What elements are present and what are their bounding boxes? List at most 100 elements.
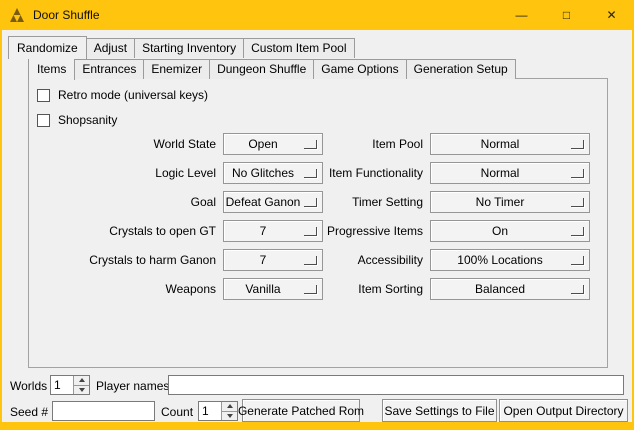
title-bar: Door Shuffle — □ ✕ — [0, 0, 634, 30]
dropdown-item-pool[interactable]: Normal — [430, 133, 590, 155]
window-title: Door Shuffle — [33, 8, 100, 22]
dropdown-item-functionality[interactable]: Normal — [430, 162, 590, 184]
option-row: Crystals to harm Ganon 7 Accessibility 1… — [29, 249, 607, 271]
tab-items[interactable]: Items — [28, 57, 75, 80]
spinner-arrows — [73, 376, 89, 394]
menu-indicator-icon — [304, 285, 317, 294]
menu-indicator-icon — [304, 227, 317, 236]
menu-indicator-icon — [571, 285, 584, 294]
spin-down-icon[interactable] — [221, 411, 237, 421]
retro-mode-label: Retro mode (universal keys) — [58, 88, 208, 102]
seed-input[interactable] — [53, 402, 154, 420]
tab-generation-setup[interactable]: Generation Setup — [406, 59, 516, 79]
dropdown-value: Normal — [481, 166, 520, 180]
tab-enemizer[interactable]: Enemizer — [143, 59, 210, 79]
tab-dungeon-shuffle[interactable]: Dungeon Shuffle — [209, 59, 314, 79]
outer-tab-bar: Randomize Adjust Starting Inventory Cust… — [8, 36, 354, 58]
seed-field[interactable] — [52, 401, 155, 421]
menu-indicator-icon — [304, 198, 317, 207]
maximize-icon[interactable]: □ — [544, 0, 589, 30]
dropdown-weapons[interactable]: Vanilla — [223, 278, 323, 300]
item-pool-label: Item Pool — [323, 137, 430, 151]
menu-indicator-icon — [571, 198, 584, 207]
option-grid: World State Open Item Pool Normal Logic … — [29, 133, 607, 307]
weapons-label: Weapons — [29, 282, 223, 296]
minimize-icon[interactable]: — — [499, 0, 544, 30]
tab-custom-item-pool[interactable]: Custom Item Pool — [243, 38, 354, 58]
option-row: Weapons Vanilla Item Sorting Balanced — [29, 278, 607, 300]
tab-game-options[interactable]: Game Options — [313, 59, 406, 79]
dropdown-goal[interactable]: Defeat Ganon — [223, 191, 323, 213]
items-pane: Retro mode (universal keys) Shopsanity W… — [28, 78, 608, 368]
option-row: Logic Level No Glitches Item Functionali… — [29, 162, 607, 184]
dropdown-value: 7 — [260, 253, 267, 267]
menu-indicator-icon — [304, 140, 317, 149]
dropdown-value: Normal — [481, 137, 520, 151]
shopsanity-label: Shopsanity — [58, 113, 117, 127]
progressive-items-label: Progressive Items — [323, 224, 430, 238]
menu-indicator-icon — [304, 169, 317, 178]
crystals-open-gt-label: Crystals to open GT — [29, 224, 223, 238]
dropdown-value: On — [492, 224, 508, 238]
dropdown-crystals-harm-ganon[interactable]: 7 — [223, 249, 323, 271]
dropdown-value: 7 — [260, 224, 267, 238]
item-sorting-label: Item Sorting — [323, 282, 430, 296]
option-row: Goal Defeat Ganon Timer Setting No Timer — [29, 191, 607, 213]
menu-indicator-icon — [571, 169, 584, 178]
spin-up-icon[interactable] — [73, 376, 89, 385]
spin-down-icon[interactable] — [73, 385, 89, 395]
tab-adjust[interactable]: Adjust — [86, 38, 135, 58]
accessibility-label: Accessibility — [323, 253, 430, 267]
dropdown-accessibility[interactable]: 100% Locations — [430, 249, 590, 271]
worlds-spinbox[interactable] — [50, 375, 90, 395]
world-state-label: World State — [29, 137, 223, 151]
dropdown-progressive-items[interactable]: On — [430, 220, 590, 242]
dropdown-timer-setting[interactable]: No Timer — [430, 191, 590, 213]
dropdown-value: No Glitches — [232, 166, 294, 180]
inner-tab-bar: Items Entrances Enemizer Dungeon Shuffle… — [28, 57, 515, 79]
dropdown-value: Balanced — [475, 282, 525, 296]
dropdown-crystals-open-gt[interactable]: 7 — [223, 220, 323, 242]
goal-label: Goal — [29, 195, 223, 209]
timer-setting-label: Timer Setting — [323, 195, 430, 209]
option-row: World State Open Item Pool Normal — [29, 133, 607, 155]
dropdown-item-sorting[interactable]: Balanced — [430, 278, 590, 300]
worlds-input[interactable] — [51, 376, 73, 394]
checkbox-icon[interactable] — [37, 114, 50, 127]
item-functionality-label: Item Functionality — [323, 166, 430, 180]
checkbox-icon[interactable] — [37, 89, 50, 102]
seed-label: Seed # — [10, 405, 48, 419]
triforce-app-icon — [9, 7, 25, 23]
spinner-arrows — [221, 402, 237, 420]
tab-starting-inventory[interactable]: Starting Inventory — [134, 38, 244, 58]
dropdown-value: Open — [248, 137, 277, 151]
dropdown-world-state[interactable]: Open — [223, 133, 323, 155]
logic-level-label: Logic Level — [29, 166, 223, 180]
player-names-input[interactable] — [169, 376, 623, 394]
player-names-field[interactable] — [168, 375, 624, 395]
save-settings-button[interactable]: Save Settings to File — [382, 399, 497, 422]
shopsanity-checkbox[interactable]: Shopsanity — [37, 112, 117, 128]
close-icon[interactable]: ✕ — [589, 0, 634, 30]
dropdown-value: Defeat Ganon — [226, 195, 301, 209]
menu-indicator-icon — [571, 227, 584, 236]
dropdown-value: Vanilla — [245, 282, 280, 296]
dropdown-value: 100% Locations — [457, 253, 542, 267]
count-input[interactable] — [199, 402, 221, 420]
tab-entrances[interactable]: Entrances — [74, 59, 144, 79]
menu-indicator-icon — [304, 256, 317, 265]
option-row: Crystals to open GT 7 Progressive Items … — [29, 220, 607, 242]
tab-randomize[interactable]: Randomize — [8, 36, 87, 59]
open-output-directory-button[interactable]: Open Output Directory — [499, 399, 628, 422]
spin-up-icon[interactable] — [221, 402, 237, 411]
crystals-harm-ganon-label: Crystals to harm Ganon — [29, 253, 223, 267]
retro-mode-checkbox[interactable]: Retro mode (universal keys) — [37, 87, 208, 103]
dropdown-logic-level[interactable]: No Glitches — [223, 162, 323, 184]
player-names-label: Player names — [96, 379, 169, 393]
window-content: Randomize Adjust Starting Inventory Cust… — [2, 30, 632, 422]
menu-indicator-icon — [571, 140, 584, 149]
menu-indicator-icon — [571, 256, 584, 265]
window-controls: — □ ✕ — [499, 0, 634, 30]
generate-patched-rom-button[interactable]: Generate Patched Rom — [242, 399, 360, 422]
count-spinbox[interactable] — [198, 401, 238, 421]
